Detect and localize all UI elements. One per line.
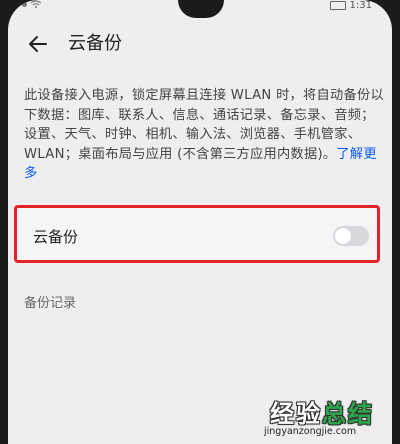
watermark-brand-prefix: 经验 <box>270 400 322 428</box>
page-title: 云备份 <box>68 33 122 54</box>
notification-dot-icon <box>22 1 27 7</box>
watermark-brand: 经验总结 <box>270 394 374 429</box>
page-header: 云备份 <box>8 26 392 62</box>
phone-screen: 1:31 云备份 此设备接入电源，锁定屏幕且连接 WLAN 时，将自动备份以下数… <box>8 0 392 444</box>
back-arrow-icon[interactable] <box>26 32 50 56</box>
watermark-brand-accent: 总结 <box>322 400 374 428</box>
watermark: 经验总结 jingyanzongjie.com <box>258 392 398 444</box>
status-icons-right: 1:31 <box>329 0 372 11</box>
camera-notch <box>178 0 224 18</box>
status-icons-left <box>22 0 41 8</box>
status-time: 1:31 <box>349 0 372 11</box>
switch-knob <box>335 228 351 244</box>
description-text: 此设备接入电源，锁定屏幕且连接 WLAN 时，将自动备份以下数据：图库、联系人、… <box>24 88 384 162</box>
wifi-icon <box>31 0 41 8</box>
backup-description: 此设备接入电源，锁定屏幕且连接 WLAN 时，将自动备份以下数据：图库、联系人、… <box>24 86 386 184</box>
battery-icon <box>329 1 346 10</box>
backup-records-header: 备份记录 <box>24 296 77 311</box>
status-bar: 1:31 <box>8 0 392 18</box>
cloud-backup-label: 云备份 <box>33 228 79 246</box>
cloud-backup-switch[interactable] <box>333 226 369 246</box>
watermark-url: jingyanzongjie.com <box>264 426 357 437</box>
cloud-backup-row[interactable]: 云备份 <box>14 205 380 263</box>
